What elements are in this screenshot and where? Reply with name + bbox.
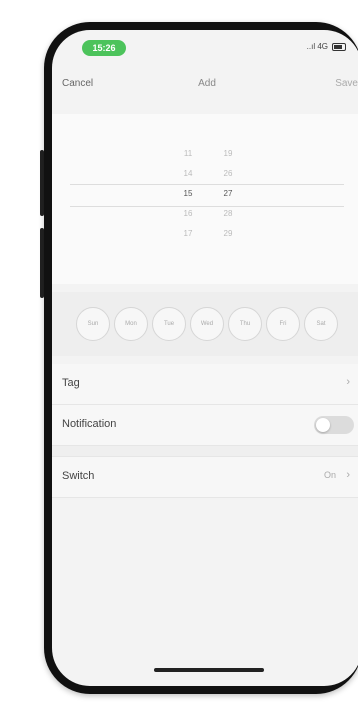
day-button-sat[interactable]: Sat — [304, 307, 338, 341]
day-button-sun[interactable]: Sun — [76, 307, 110, 341]
battery-icon — [332, 42, 346, 51]
day-button-wed[interactable]: Wed — [190, 307, 224, 341]
hour-item: 11 — [183, 149, 193, 158]
chevron-right-icon: › — [346, 376, 350, 388]
tag-label: Tag — [62, 377, 80, 389]
status-bar: 15:26 ..ıl 4G — [52, 30, 358, 64]
minute-item: 19 — [223, 149, 233, 158]
minute-wheel[interactable]: 19 26 27 28 29 — [210, 144, 246, 314]
minute-item: 29 — [223, 229, 233, 238]
toggle-knob — [316, 418, 330, 432]
notification-label: Notification — [62, 418, 117, 430]
picker-divider — [70, 206, 344, 207]
minute-selected: 27 — [223, 189, 233, 198]
settings-list: Tag › Notification Switch On › — [52, 364, 358, 498]
home-indicator[interactable] — [154, 668, 264, 672]
day-button-thu[interactable]: Thu — [228, 307, 262, 341]
save-button[interactable]: Save — [335, 78, 358, 89]
status-time: 15:26 — [82, 40, 126, 56]
section-spacer — [52, 446, 358, 457]
hour-item: 14 — [183, 169, 193, 178]
time-picker[interactable]: 11 14 15 16 17 19 26 27 28 29 — [52, 114, 358, 284]
day-selector: Sun Mon Tue Wed Thu Fri Sat — [52, 292, 358, 356]
notification-toggle[interactable] — [314, 416, 354, 434]
hour-wheel[interactable]: 11 14 15 16 17 — [170, 144, 206, 314]
tag-row[interactable]: Tag › — [52, 364, 358, 405]
hour-selected: 15 — [183, 189, 193, 198]
minute-item: 26 — [223, 169, 233, 178]
screen: 15:26 ..ıl 4G Cancel Add Save 11 14 15 1… — [52, 30, 358, 686]
switch-row[interactable]: Switch On › — [52, 457, 358, 498]
page-title: Add — [198, 78, 216, 89]
chevron-right-icon: › — [346, 469, 350, 481]
switch-label: Switch — [62, 470, 95, 482]
notification-row: Notification — [52, 405, 358, 446]
nav-bar: Cancel Add Save — [52, 70, 358, 98]
minute-item: 28 — [223, 209, 233, 218]
picker-divider — [70, 184, 344, 185]
day-button-fri[interactable]: Fri — [266, 307, 300, 341]
day-button-mon[interactable]: Mon — [114, 307, 148, 341]
switch-value: On — [323, 470, 336, 480]
signal-indicator: ..ıl 4G — [306, 42, 328, 51]
hour-item: 17 — [183, 229, 193, 238]
status-right: ..ıl 4G — [307, 42, 346, 51]
hour-item: 16 — [183, 209, 193, 218]
day-button-tue[interactable]: Tue — [152, 307, 186, 341]
